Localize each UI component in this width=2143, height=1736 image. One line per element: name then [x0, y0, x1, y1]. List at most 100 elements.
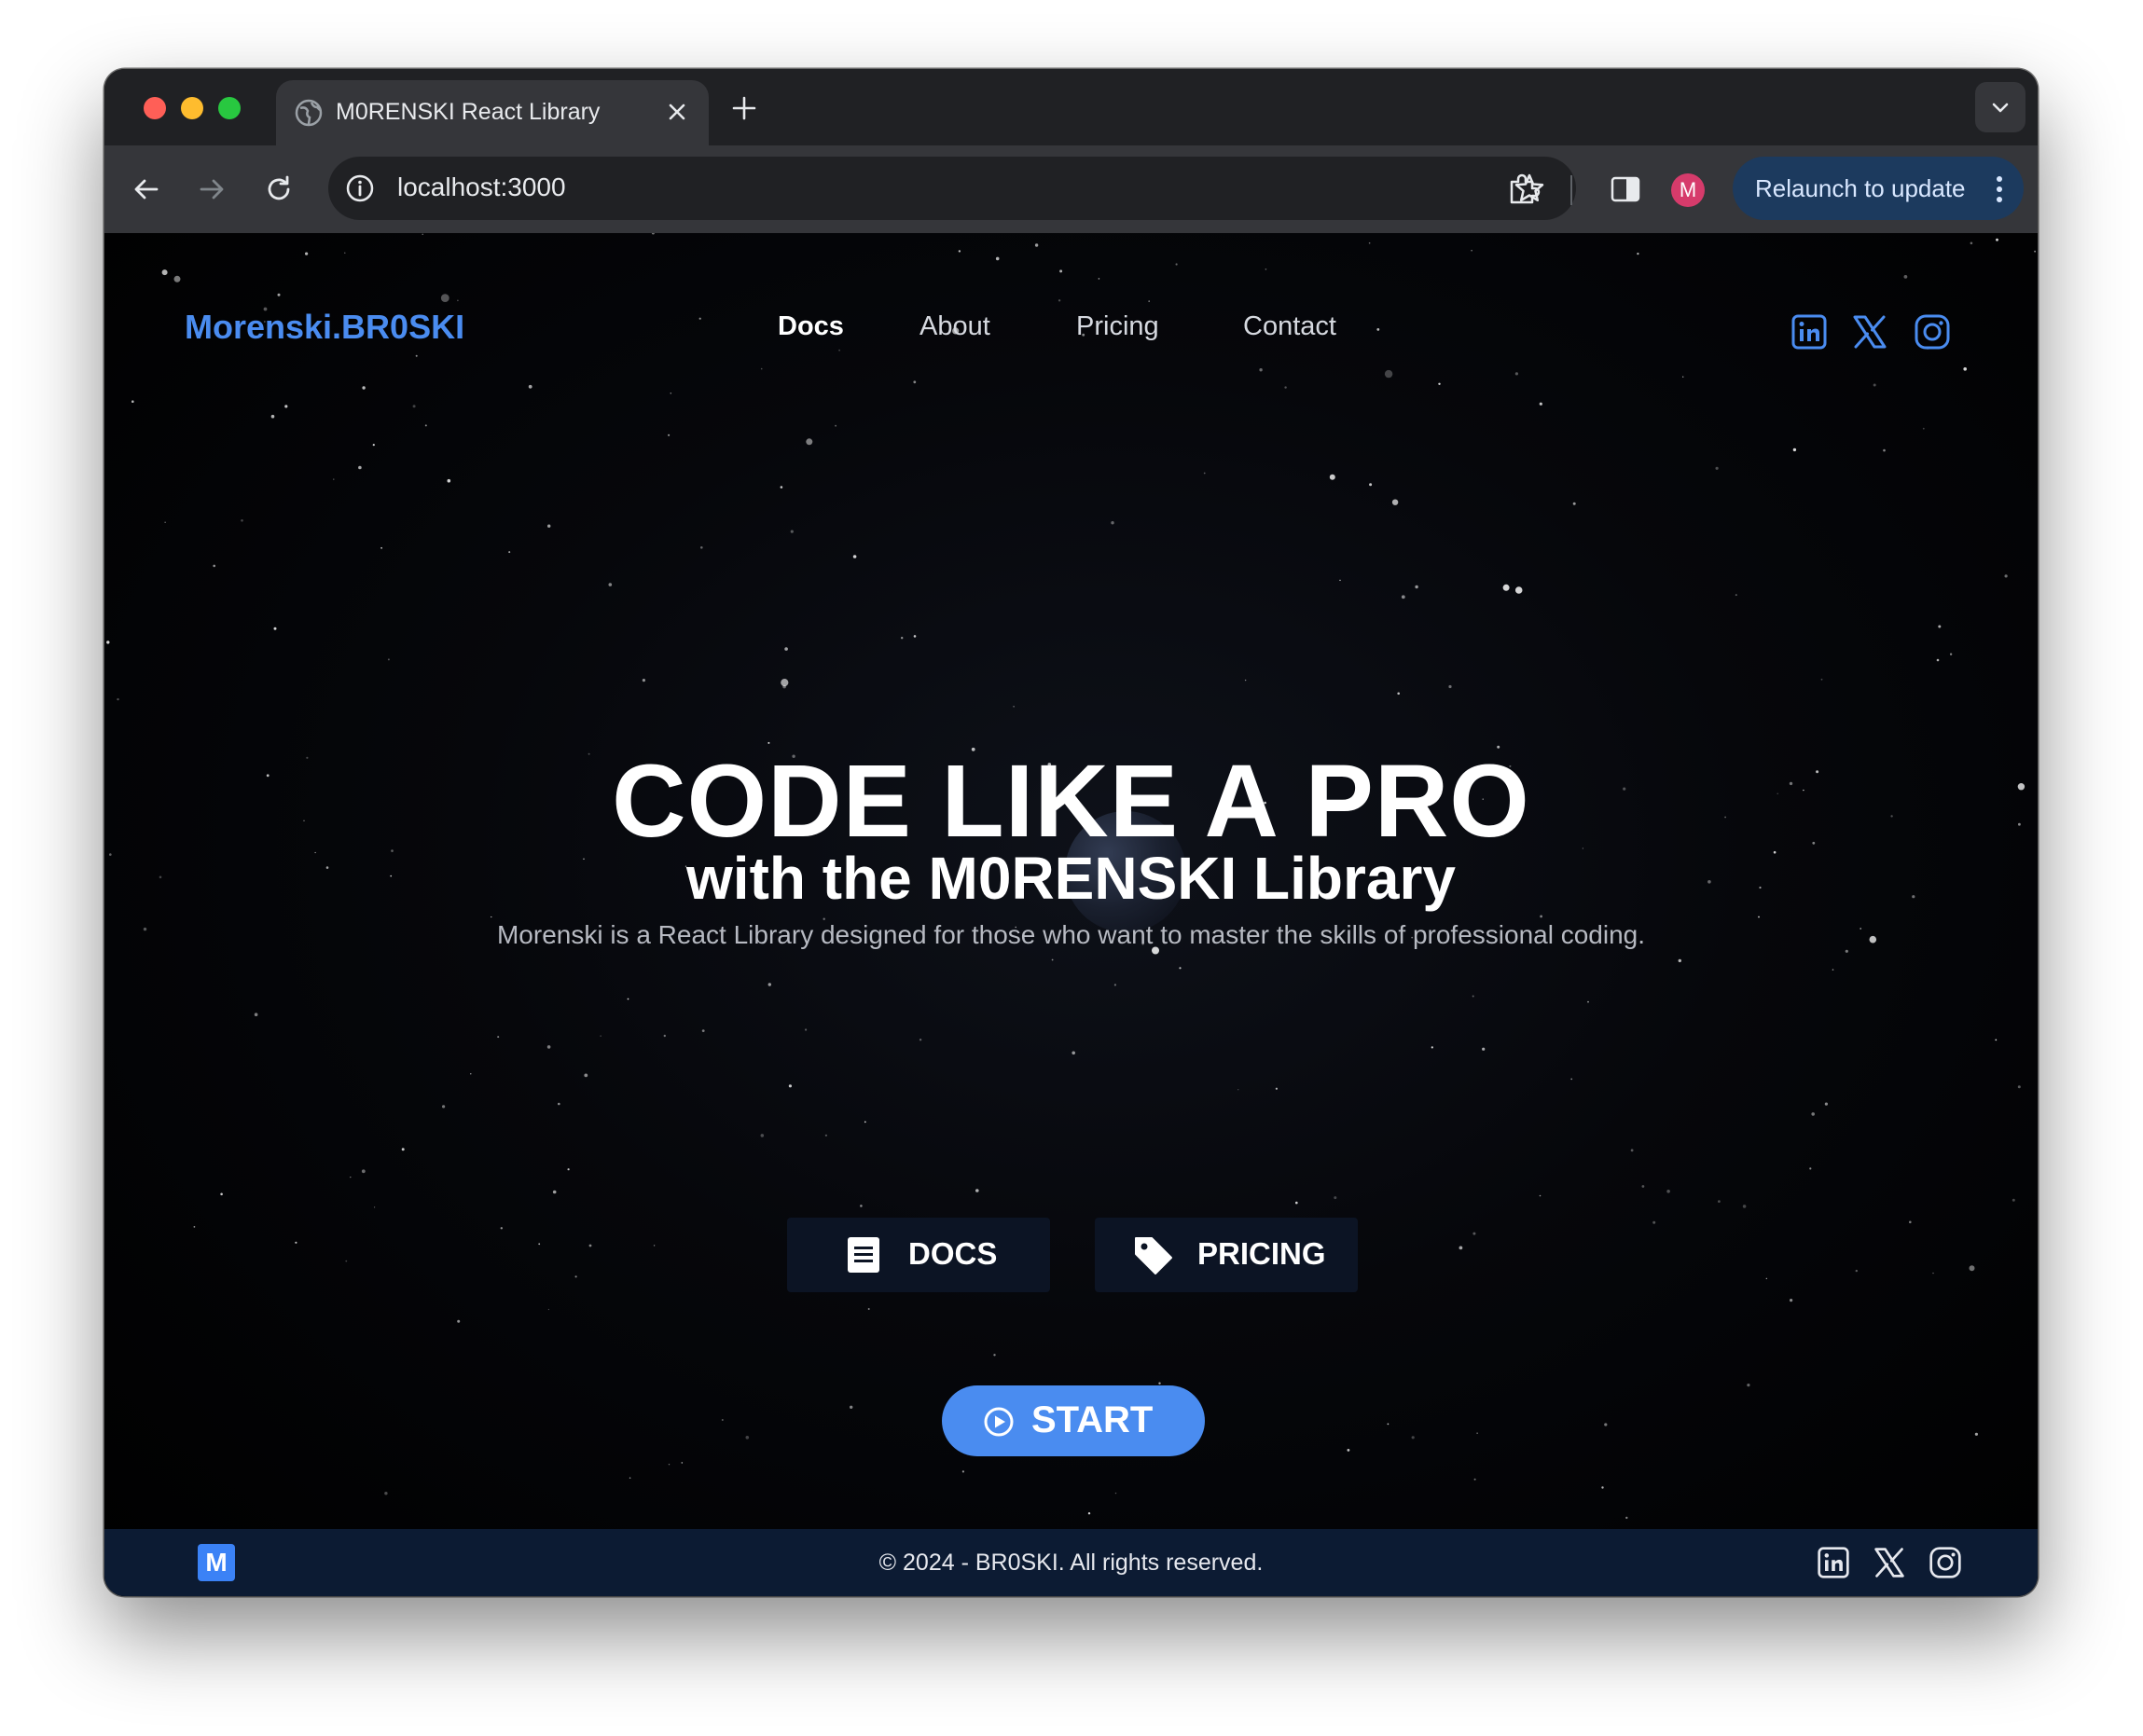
star	[1903, 275, 1908, 279]
star	[1735, 594, 1737, 597]
star	[805, 1028, 808, 1031]
nav-link-about[interactable]: About	[919, 311, 990, 342]
star	[1059, 269, 1063, 273]
play-circle-icon	[984, 1407, 1014, 1437]
page-viewport: Morenski.BR0SKI Docs About Pricing Conta…	[104, 233, 2038, 1596]
star	[1758, 916, 1760, 918]
star	[1936, 658, 1940, 662]
star	[1459, 1246, 1463, 1250]
star	[1471, 249, 1472, 252]
star	[2004, 574, 2008, 578]
star	[1572, 502, 1576, 505]
star	[919, 1039, 922, 1041]
close-icon[interactable]	[666, 101, 688, 123]
tab-search-button[interactable]	[1975, 82, 2025, 132]
url-text[interactable]: localhost:3000	[397, 172, 566, 202]
star	[1347, 1449, 1350, 1452]
browser-tab[interactable]: M0RENSKI React Library	[276, 80, 709, 145]
star	[2012, 1198, 2015, 1202]
window-close-button[interactable]	[144, 97, 166, 119]
star	[1909, 1220, 1912, 1224]
star	[547, 524, 551, 528]
new-tab-icon[interactable]	[731, 95, 757, 121]
star	[1811, 1112, 1815, 1116]
more-vert-icon	[1997, 176, 2002, 202]
star	[508, 551, 511, 554]
star	[608, 583, 613, 586]
nav-link-pricing[interactable]: Pricing	[1076, 311, 1159, 342]
star	[1376, 328, 1380, 331]
hero-title: CODE LIKE A PRO	[612, 744, 1530, 859]
nav-link-docs[interactable]: Docs	[778, 311, 844, 342]
star	[629, 1477, 631, 1479]
star	[1111, 521, 1114, 525]
site-brand-logo[interactable]: Morenski.BR0SKI	[185, 308, 464, 347]
hero-subtitle: with the M0RENSKI Library	[686, 845, 1456, 912]
start-button[interactable]: START	[942, 1385, 1205, 1456]
pricing-button-label: PRICING	[1197, 1236, 1326, 1271]
star	[1034, 243, 1039, 247]
linkedin-icon[interactable]	[1790, 313, 1828, 351]
footer: M © 2024 - BR0SKI. All rights reserved.	[104, 1529, 2038, 1596]
star	[835, 424, 836, 427]
relaunch-label: Relaunch to update	[1755, 174, 1966, 202]
pricing-button[interactable]: PRICING	[1095, 1218, 1358, 1292]
star	[538, 1243, 541, 1246]
star	[547, 1308, 549, 1311]
window-minimize-button[interactable]	[181, 97, 203, 119]
star	[344, 252, 346, 254]
star	[961, 1470, 964, 1473]
footer-copyright: © 2024 - BR0SKI. All rights reserved.	[878, 1550, 1264, 1576]
star	[670, 393, 672, 394]
nav-link-contact[interactable]: Contact	[1243, 311, 1336, 342]
site-info-icon[interactable]	[345, 173, 375, 203]
star	[668, 434, 671, 436]
star	[1666, 1190, 1670, 1193]
star	[1974, 1432, 1978, 1436]
footer-linkedin-icon[interactable]	[1817, 1546, 1850, 1579]
extensions-puzzle-icon[interactable]	[1505, 172, 1541, 207]
star	[824, 1134, 828, 1137]
reload-icon[interactable]	[263, 173, 295, 205]
star	[1438, 382, 1441, 385]
star	[361, 1169, 366, 1174]
star	[588, 1244, 592, 1247]
window-maximize-button[interactable]	[218, 97, 241, 119]
star	[1641, 1185, 1645, 1188]
star	[220, 1192, 223, 1196]
star	[1401, 595, 1405, 599]
star	[273, 627, 277, 630]
toolbar-divider	[1570, 175, 1572, 205]
star	[860, 1205, 863, 1207]
star	[1265, 269, 1267, 270]
star	[1570, 1078, 1573, 1081]
star	[567, 1168, 570, 1171]
star	[1604, 1423, 1608, 1426]
star	[1855, 1269, 1859, 1273]
star	[1473, 1478, 1476, 1481]
back-arrow-icon[interactable]	[131, 173, 162, 205]
star	[1397, 692, 1400, 696]
star	[1637, 253, 1639, 255]
star	[701, 1029, 705, 1032]
star	[1472, 995, 1474, 998]
star	[1013, 706, 1015, 708]
star	[1832, 969, 1834, 971]
docs-button[interactable]: DOCS	[787, 1218, 1050, 1292]
forward-arrow-icon[interactable]	[196, 173, 228, 205]
footer-instagram-icon[interactable]	[1929, 1546, 1962, 1579]
side-panel-icon[interactable]	[1608, 172, 1643, 207]
profile-avatar[interactable]: M	[1671, 173, 1705, 207]
star	[1476, 1432, 1478, 1434]
address-bar[interactable]: localhost:3000	[328, 157, 1576, 220]
star	[457, 299, 459, 302]
x-twitter-icon[interactable]	[1851, 313, 1888, 351]
relaunch-button[interactable]: Relaunch to update	[1733, 157, 2024, 220]
footer-x-twitter-icon[interactable]	[1873, 1546, 1906, 1579]
star	[781, 679, 789, 687]
instagram-icon[interactable]	[1914, 313, 1951, 351]
star	[788, 1084, 793, 1088]
star	[1601, 1486, 1604, 1489]
star	[500, 1227, 503, 1230]
star	[333, 478, 335, 480]
